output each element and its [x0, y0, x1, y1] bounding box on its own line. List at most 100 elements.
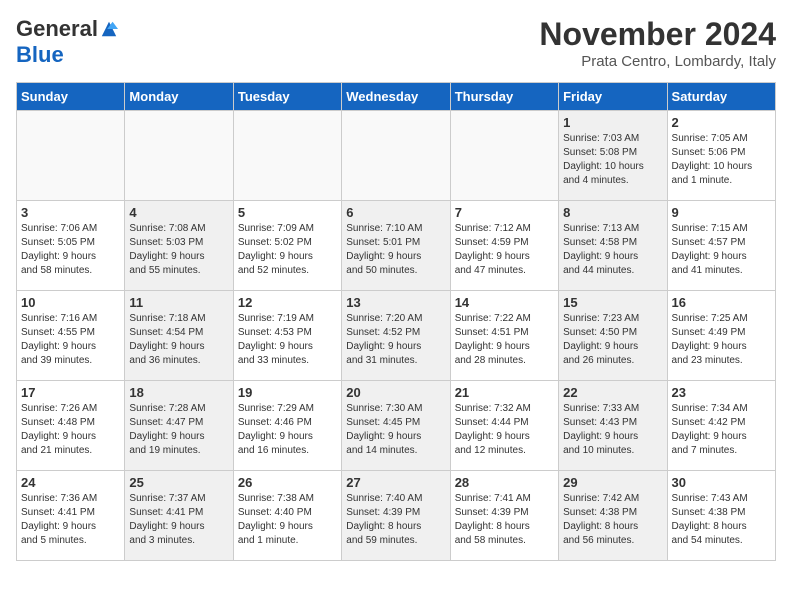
day-info: Sunrise: 7:37 AM Sunset: 4:41 PM Dayligh…	[129, 492, 228, 548]
location: Prata Centro, Lombardy, Italy	[539, 53, 776, 70]
day-info: Sunrise: 7:13 AM Sunset: 4:58 PM Dayligh…	[563, 222, 662, 278]
day-number: 1	[563, 115, 662, 130]
day-number: 11	[129, 295, 228, 310]
calendar-day-cell: 16 Sunrise: 7:25 AM Sunset: 4:49 PM Dayli…	[667, 291, 775, 381]
weekday-header-monday: Monday	[125, 83, 233, 111]
title-area: November 2024 Prata Centro, Lombardy, It…	[539, 16, 776, 70]
weekday-header-thursday: Thursday	[450, 83, 558, 111]
day-number: 16	[672, 295, 771, 310]
calendar-day-cell: 3 Sunrise: 7:06 AM Sunset: 5:05 PM Daylig…	[17, 201, 125, 291]
day-info: Sunrise: 7:38 AM Sunset: 4:40 PM Dayligh…	[238, 492, 337, 548]
calendar-day-cell: 11 Sunrise: 7:18 AM Sunset: 4:54 PM Dayli…	[125, 291, 233, 381]
day-number: 27	[346, 475, 445, 490]
day-info: Sunrise: 7:32 AM Sunset: 4:44 PM Dayligh…	[455, 402, 554, 458]
calendar-week-3: 10 Sunrise: 7:16 AM Sunset: 4:55 PM Dayli…	[17, 291, 776, 381]
day-info: Sunrise: 7:42 AM Sunset: 4:38 PM Dayligh…	[563, 492, 662, 548]
day-info: Sunrise: 7:23 AM Sunset: 4:50 PM Dayligh…	[563, 312, 662, 368]
day-number: 21	[455, 385, 554, 400]
weekday-header-tuesday: Tuesday	[233, 83, 341, 111]
calendar-table: SundayMondayTuesdayWednesdayThursdayFrid…	[16, 82, 776, 561]
day-info: Sunrise: 7:05 AM Sunset: 5:06 PM Dayligh…	[672, 132, 771, 188]
calendar-day-cell: 2Sunrise: 7:05 AM Sunset: 5:06 PM Daylig…	[667, 111, 775, 201]
day-info: Sunrise: 7:28 AM Sunset: 4:47 PM Dayligh…	[129, 402, 228, 458]
weekday-header-friday: Friday	[559, 83, 667, 111]
calendar-day-cell: 5 Sunrise: 7:09 AM Sunset: 5:02 PM Daylig…	[233, 201, 341, 291]
calendar-day-cell: 4 Sunrise: 7:08 AM Sunset: 5:03 PM Daylig…	[125, 201, 233, 291]
day-number: 12	[238, 295, 337, 310]
day-number: 6	[346, 205, 445, 220]
day-number: 23	[672, 385, 771, 400]
calendar-day-cell: 24 Sunrise: 7:36 AM Sunset: 4:41 PM Dayli…	[17, 471, 125, 561]
day-number: 8	[563, 205, 662, 220]
calendar-week-5: 24 Sunrise: 7:36 AM Sunset: 4:41 PM Dayli…	[17, 471, 776, 561]
day-number: 5	[238, 205, 337, 220]
day-info: Sunrise: 7:34 AM Sunset: 4:42 PM Dayligh…	[672, 402, 771, 458]
day-info: Sunrise: 7:16 AM Sunset: 4:55 PM Dayligh…	[21, 312, 120, 368]
day-number: 17	[21, 385, 120, 400]
day-info: Sunrise: 7:19 AM Sunset: 4:53 PM Dayligh…	[238, 312, 337, 368]
day-info: Sunrise: 7:40 AM Sunset: 4:39 PM Dayligh…	[346, 492, 445, 548]
day-number: 4	[129, 205, 228, 220]
calendar-day-cell: 27 Sunrise: 7:40 AM Sunset: 4:39 PM Dayli…	[342, 471, 450, 561]
day-number: 26	[238, 475, 337, 490]
day-number: 19	[238, 385, 337, 400]
day-number: 30	[672, 475, 771, 490]
calendar-day-cell	[17, 111, 125, 201]
day-info: Sunrise: 7:41 AM Sunset: 4:39 PM Dayligh…	[455, 492, 554, 548]
calendar-day-cell: 23 Sunrise: 7:34 AM Sunset: 4:42 PM Dayli…	[667, 381, 775, 471]
logo: General Blue	[16, 16, 118, 68]
day-info: Sunrise: 7:12 AM Sunset: 4:59 PM Dayligh…	[455, 222, 554, 278]
day-info: Sunrise: 7:03 AM Sunset: 5:08 PM Dayligh…	[563, 132, 662, 188]
calendar-day-cell: 1 Sunrise: 7:03 AM Sunset: 5:08 PM Daylig…	[559, 111, 667, 201]
day-number: 20	[346, 385, 445, 400]
calendar-day-cell: 25 Sunrise: 7:37 AM Sunset: 4:41 PM Dayli…	[125, 471, 233, 561]
calendar-day-cell: 7 Sunrise: 7:12 AM Sunset: 4:59 PM Daylig…	[450, 201, 558, 291]
calendar-day-cell: 30 Sunrise: 7:43 AM Sunset: 4:38 PM Dayli…	[667, 471, 775, 561]
calendar-day-cell: 28Sunrise: 7:41 AM Sunset: 4:39 PM Dayli…	[450, 471, 558, 561]
day-info: Sunrise: 7:26 AM Sunset: 4:48 PM Dayligh…	[21, 402, 120, 458]
day-number: 7	[455, 205, 554, 220]
day-info: Sunrise: 7:36 AM Sunset: 4:41 PM Dayligh…	[21, 492, 120, 548]
calendar-day-cell	[450, 111, 558, 201]
day-info: Sunrise: 7:20 AM Sunset: 4:52 PM Dayligh…	[346, 312, 445, 368]
calendar-day-cell: 15 Sunrise: 7:23 AM Sunset: 4:50 PM Dayli…	[559, 291, 667, 381]
calendar-day-cell: 26 Sunrise: 7:38 AM Sunset: 4:40 PM Dayli…	[233, 471, 341, 561]
day-info: Sunrise: 7:43 AM Sunset: 4:38 PM Dayligh…	[672, 492, 771, 548]
calendar-week-4: 17 Sunrise: 7:26 AM Sunset: 4:48 PM Dayli…	[17, 381, 776, 471]
calendar-day-cell: 18Sunrise: 7:28 AM Sunset: 4:47 PM Dayli…	[125, 381, 233, 471]
calendar-day-cell: 14 Sunrise: 7:22 AM Sunset: 4:51 PM Dayli…	[450, 291, 558, 381]
day-number: 15	[563, 295, 662, 310]
day-number: 25	[129, 475, 228, 490]
day-info: Sunrise: 7:25 AM Sunset: 4:49 PM Dayligh…	[672, 312, 771, 368]
day-info: Sunrise: 7:33 AM Sunset: 4:43 PM Dayligh…	[563, 402, 662, 458]
calendar-day-cell	[125, 111, 233, 201]
day-number: 14	[455, 295, 554, 310]
logo-general-text: General	[16, 16, 98, 42]
day-info: Sunrise: 7:09 AM Sunset: 5:02 PM Dayligh…	[238, 222, 337, 278]
weekday-header-saturday: Saturday	[667, 83, 775, 111]
calendar-day-cell: 20Sunrise: 7:30 AM Sunset: 4:45 PM Dayli…	[342, 381, 450, 471]
calendar-day-cell: 8 Sunrise: 7:13 AM Sunset: 4:58 PM Daylig…	[559, 201, 667, 291]
logo-blue-text: Blue	[16, 42, 64, 68]
calendar-day-cell	[342, 111, 450, 201]
calendar-day-cell: 9Sunrise: 7:15 AM Sunset: 4:57 PM Daylig…	[667, 201, 775, 291]
day-info: Sunrise: 7:10 AM Sunset: 5:01 PM Dayligh…	[346, 222, 445, 278]
day-info: Sunrise: 7:29 AM Sunset: 4:46 PM Dayligh…	[238, 402, 337, 458]
day-number: 10	[21, 295, 120, 310]
calendar-day-cell: 13 Sunrise: 7:20 AM Sunset: 4:52 PM Dayli…	[342, 291, 450, 381]
calendar-day-cell: 12 Sunrise: 7:19 AM Sunset: 4:53 PM Dayli…	[233, 291, 341, 381]
day-number: 24	[21, 475, 120, 490]
day-info: Sunrise: 7:18 AM Sunset: 4:54 PM Dayligh…	[129, 312, 228, 368]
calendar-day-cell: 29Sunrise: 7:42 AM Sunset: 4:38 PM Dayli…	[559, 471, 667, 561]
calendar-day-cell: 17 Sunrise: 7:26 AM Sunset: 4:48 PM Dayli…	[17, 381, 125, 471]
day-info: Sunrise: 7:22 AM Sunset: 4:51 PM Dayligh…	[455, 312, 554, 368]
calendar-day-cell: 21 Sunrise: 7:32 AM Sunset: 4:44 PM Dayli…	[450, 381, 558, 471]
logo-icon	[100, 20, 118, 38]
day-info: Sunrise: 7:06 AM Sunset: 5:05 PM Dayligh…	[21, 222, 120, 278]
day-number: 13	[346, 295, 445, 310]
day-info: Sunrise: 7:15 AM Sunset: 4:57 PM Dayligh…	[672, 222, 771, 278]
day-number: 22	[563, 385, 662, 400]
day-number: 3	[21, 205, 120, 220]
calendar-day-cell: 6 Sunrise: 7:10 AM Sunset: 5:01 PM Daylig…	[342, 201, 450, 291]
day-info: Sunrise: 7:08 AM Sunset: 5:03 PM Dayligh…	[129, 222, 228, 278]
